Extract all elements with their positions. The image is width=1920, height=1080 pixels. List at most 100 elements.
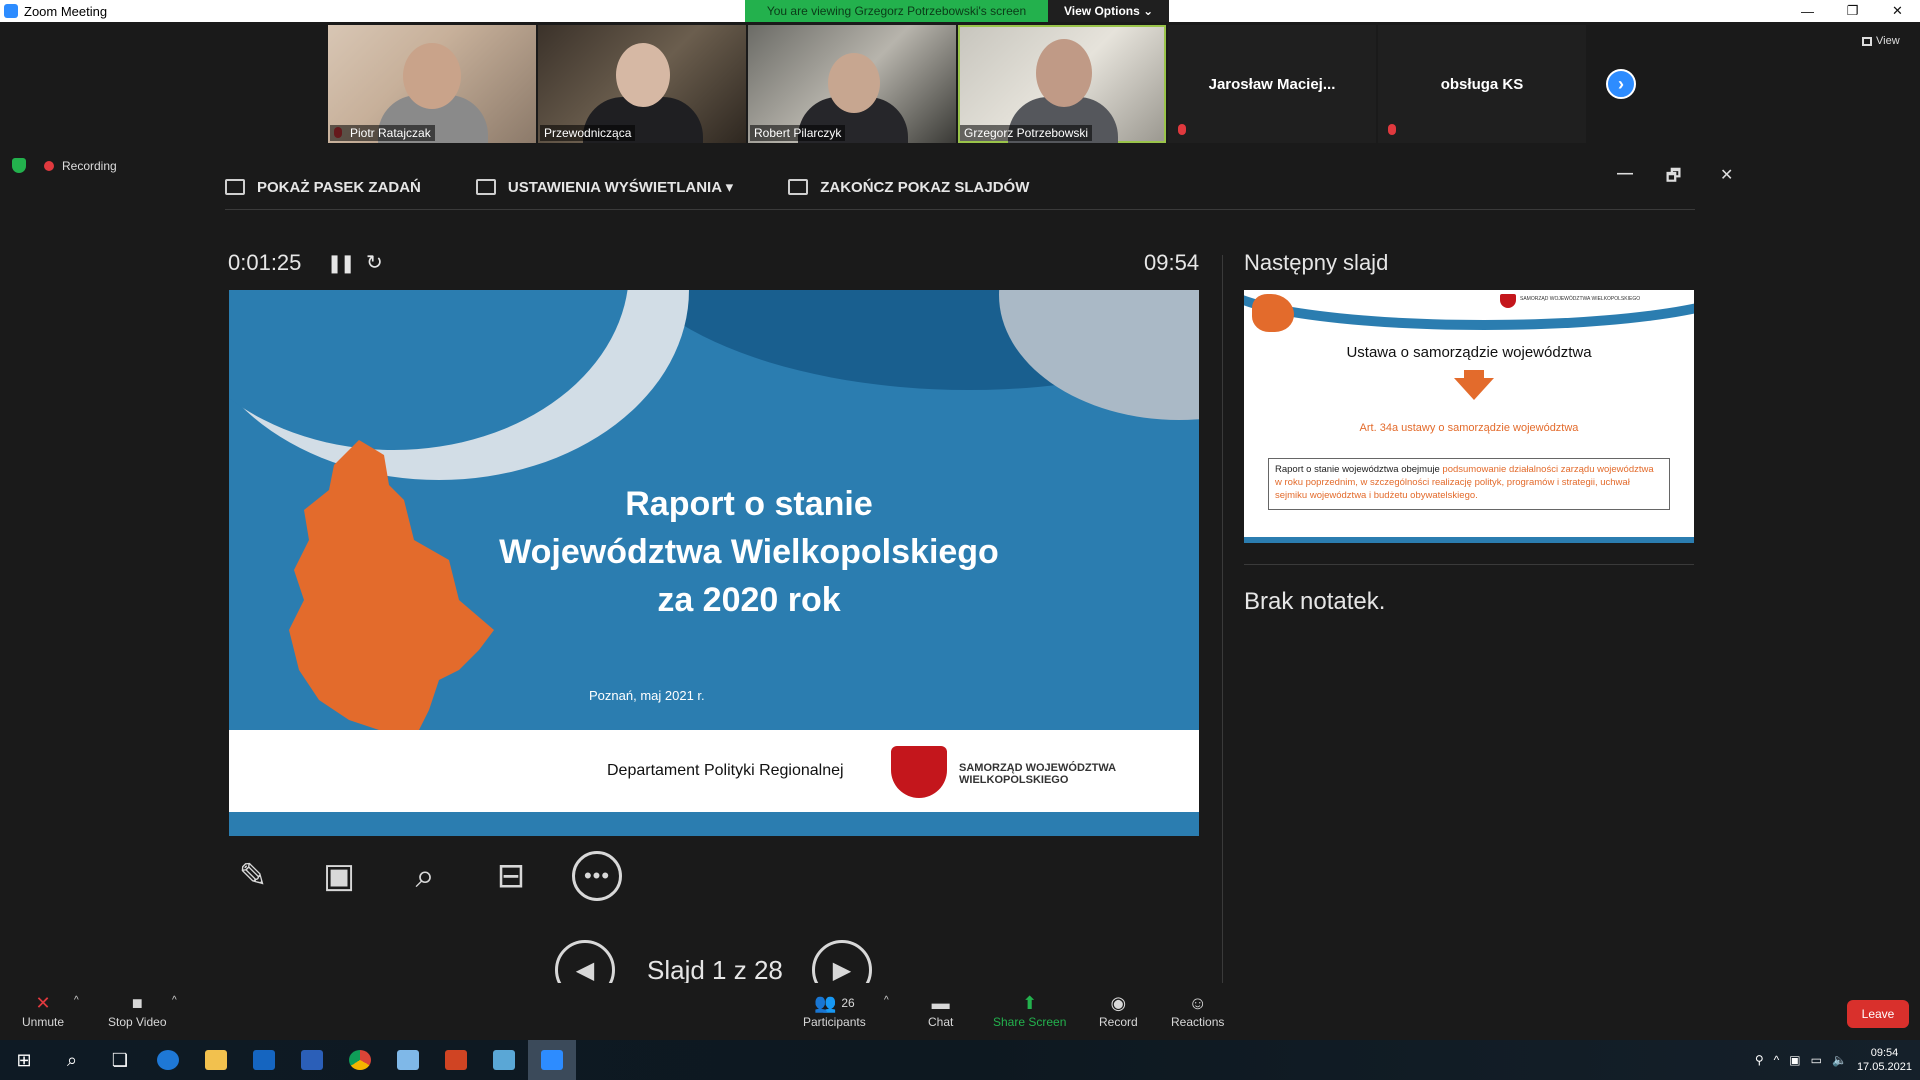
participant-tile-active-speaker[interactable]: Grzegorz Potrzebowski: [958, 25, 1166, 143]
more-options-icon[interactable]: •••: [572, 851, 622, 901]
arrow-down-icon: [1454, 378, 1494, 400]
record-button[interactable]: ◉ Record: [1099, 991, 1138, 1030]
gallery-next-icon[interactable]: ›: [1606, 69, 1636, 99]
start-icon[interactable]: ⊞: [0, 1040, 48, 1080]
participant-tile[interactable]: Robert Pilarczyk: [748, 25, 956, 143]
share-screen-label: Share Screen: [993, 1015, 1067, 1029]
audio-options-chevron-icon[interactable]: ^: [74, 995, 79, 1006]
task-view-icon[interactable]: ❏: [96, 1040, 144, 1080]
app-icon[interactable]: [480, 1040, 528, 1080]
participant-name: Robert Pilarczyk: [750, 125, 846, 141]
taskbar-clock[interactable]: 09:54 17.05.2021: [1857, 1046, 1912, 1074]
taskbar-date: 17.05.2021: [1856, 1061, 1912, 1073]
network-icon[interactable]: ▭: [1811, 1053, 1822, 1067]
slide-subtitle: Poznań, maj 2021 r.: [589, 688, 705, 703]
outlook-icon[interactable]: [240, 1040, 288, 1080]
slide-title: Raport o stanie Województwa Wielkopolski…: [429, 480, 1069, 624]
participant-tile[interactable]: Jarosław Maciej...: [1168, 25, 1376, 143]
display-settings-label: USTAWIENIA WYŚWIETLANIA ▾: [507, 179, 734, 196]
end-slideshow-icon: [788, 179, 809, 195]
video-options-chevron-icon[interactable]: ^: [172, 995, 177, 1006]
taskbar-icon: [225, 179, 245, 195]
gallery-strip: Piotr Ratajczak Przewodnicząca Robert Pi…: [328, 25, 1586, 143]
presenter-tools: ✎ ▣ ⌕ ⊟ •••: [228, 850, 622, 902]
notes-divider: [1244, 564, 1694, 565]
outlook-tray-icon[interactable]: ▣: [1789, 1053, 1800, 1067]
pause-icon[interactable]: ❚❚: [327, 253, 355, 274]
view-label: View: [1876, 35, 1900, 47]
show-taskbar-label: POKAŻ PASEK ZADAŃ: [257, 178, 421, 196]
chat-button[interactable]: ▬ Chat: [928, 991, 953, 1030]
record-label: Record: [1099, 1015, 1138, 1029]
zoom-icon[interactable]: ⌕: [400, 850, 450, 902]
search-icon[interactable]: ⌕: [48, 1040, 96, 1080]
muted-mic-icon: [1178, 124, 1186, 135]
department-name: Departament Polityki Regionalnej: [607, 762, 844, 779]
people-icon[interactable]: ⚲: [1755, 1053, 1764, 1067]
participant-tile[interactable]: Przewodnicząca: [538, 25, 746, 143]
word-icon[interactable]: [288, 1040, 336, 1080]
see-all-slides-icon[interactable]: ▣: [314, 850, 364, 902]
recording-dot-icon: [44, 160, 54, 171]
panel-divider: [1222, 255, 1223, 985]
participant-name: Grzegorz Potrzebowski: [960, 125, 1093, 141]
participants-button[interactable]: 👥 26 Participants: [803, 991, 866, 1030]
show-taskbar-button[interactable]: POKAŻ PASEK ZADAŃ: [225, 179, 421, 196]
slide-title-line: Województwa Wielkopolskiego: [499, 533, 999, 571]
chevron-up-icon[interactable]: ^: [1774, 1053, 1780, 1067]
shield-icon: [12, 158, 26, 173]
stop-video-button[interactable]: ■ Stop Video: [108, 991, 167, 1030]
participants-icon: 👥 26: [813, 992, 855, 1013]
next-slide-article: Art. 34a ustawy o samorządzie województw…: [1359, 422, 1579, 434]
body-text: Raport o stanie województwa obejmuje: [1275, 464, 1443, 475]
taskbar-time: 09:54: [1870, 1047, 1899, 1059]
display-settings-button[interactable]: USTAWIENIA WYŚWIETLANIA ▾: [475, 178, 734, 196]
zoom-taskbar-icon[interactable]: [528, 1040, 576, 1080]
participant-video: [616, 43, 670, 107]
close-button[interactable]: ✕: [1875, 0, 1920, 22]
minimize-button[interactable]: —: [1785, 0, 1830, 22]
view-button[interactable]: View: [1862, 35, 1900, 47]
presenter-minimize-icon[interactable]: —: [1617, 165, 1633, 183]
edge-icon[interactable]: [144, 1040, 192, 1080]
participant-name: Przewodnicząca: [540, 125, 636, 141]
unmute-button[interactable]: ✕ Unmute: [22, 991, 64, 1030]
mini-org-name: SAMORZĄD WOJEWÓDZTWA WIELKOPOLSKIEGO: [1520, 296, 1641, 302]
leave-button[interactable]: Leave: [1847, 1000, 1909, 1028]
participant-tile[interactable]: Piotr Ratajczak: [328, 25, 536, 143]
smiley-icon: ☺: [1188, 992, 1207, 1013]
volume-icon[interactable]: 🔈: [1832, 1053, 1847, 1067]
participant-tile[interactable]: obsługa KS: [1378, 25, 1586, 143]
org-line: SAMORZĄD WOJEWÓDZTWA: [959, 762, 1117, 774]
end-slideshow-button[interactable]: ZAKOŃCZ POKAZ SLAJDÓW: [788, 179, 1029, 196]
presenter-restore-icon[interactable]: 🗗: [1666, 165, 1681, 192]
share-screen-button[interactable]: ⬆ Share Screen: [993, 991, 1067, 1030]
region-map-icon: [1252, 294, 1294, 332]
participant-name: obsługa KS: [1440, 75, 1524, 93]
viewing-banner: You are viewing Grzegorz Potrzebowski's …: [745, 0, 1170, 22]
participant-video: [828, 53, 880, 113]
pen-icon[interactable]: ✎: [228, 850, 278, 902]
reset-timer-icon[interactable]: ↻: [366, 250, 383, 275]
next-slide-preview[interactable]: SAMORZĄD WOJEWÓDZTWA WIELKOPOLSKIEGO Ust…: [1244, 290, 1694, 543]
black-screen-icon[interactable]: ⊟: [486, 850, 536, 902]
share-screen-icon: ⬆: [1022, 992, 1038, 1013]
recording-indicator: Recording: [12, 158, 117, 173]
reactions-button[interactable]: ☺ Reactions: [1171, 991, 1225, 1030]
powerpoint-icon[interactable]: [432, 1040, 480, 1080]
participants-chevron-icon[interactable]: ^: [884, 995, 889, 1006]
file-explorer-icon[interactable]: [192, 1040, 240, 1080]
chrome-icon[interactable]: [336, 1040, 384, 1080]
view-options-button[interactable]: View Options ⌄: [1048, 0, 1170, 22]
slide-decoration: [229, 812, 1199, 836]
notepad-icon[interactable]: [384, 1040, 432, 1080]
video-camera-icon: ■: [131, 992, 143, 1013]
reactions-label: Reactions: [1171, 1015, 1225, 1029]
restore-button[interactable]: ❐: [1830, 0, 1875, 22]
chat-bubble-icon: ▬: [931, 992, 950, 1013]
muted-mic-icon: [1388, 124, 1396, 135]
presenter-close-icon[interactable]: ✕: [1720, 165, 1733, 185]
org-name: SAMORZĄD WOJEWÓDZTWA WIELKOPOLSKIEGO: [959, 762, 1116, 786]
participant-name: Jarosław Maciej...: [1208, 75, 1336, 93]
zoom-icon: [4, 4, 18, 18]
